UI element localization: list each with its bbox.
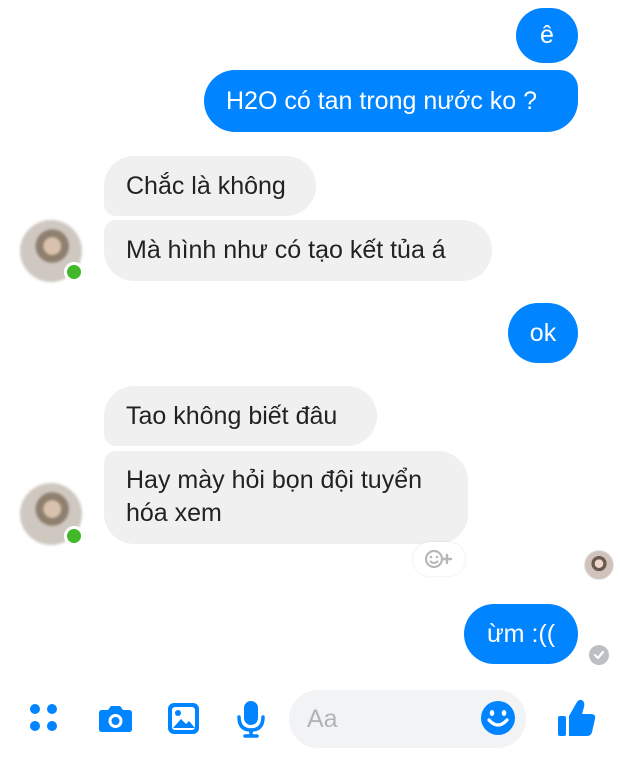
message-text: ừm :((: [486, 619, 556, 648]
message-composer: Aa: [0, 676, 620, 765]
smile-icon: [481, 701, 515, 735]
checkmark-icon: [593, 650, 605, 660]
thumbs-up-icon: [558, 699, 596, 736]
message-bubble-outgoing[interactable]: ừm :((: [464, 604, 578, 664]
message-bubble-outgoing[interactable]: ê: [516, 8, 578, 63]
more-actions-button[interactable]: [22, 696, 66, 740]
message-text-line: Hay mày hỏi bọn đội tuyển: [126, 466, 423, 494]
online-status-dot: [64, 526, 84, 546]
message-text: Chắc là không: [126, 171, 286, 200]
message-bubble-incoming[interactable]: Tao không biết đâu: [104, 386, 377, 446]
emoji-button[interactable]: [477, 697, 519, 739]
camera-icon: [99, 706, 132, 732]
message-text: Tao không biết đâu: [126, 401, 338, 430]
grid-icon: [30, 704, 57, 731]
message-bubble-incoming[interactable]: Hay mày hỏi bọn đội tuyển hóa xem: [104, 451, 468, 544]
gallery-button[interactable]: [161, 696, 205, 740]
message-text: ok: [529, 318, 557, 347]
voice-button[interactable]: [229, 696, 273, 740]
camera-button[interactable]: [93, 696, 137, 740]
message-text: H2O có tan trong nước ko ?: [226, 86, 538, 115]
read-receipt-avatar: [584, 550, 614, 580]
message-text: ê: [540, 21, 554, 49]
message-text: Mà hình như có tạo kết tủa á: [126, 236, 446, 264]
sent-status: [589, 645, 609, 665]
message-text-line: hóa xem: [126, 499, 222, 527]
message-bubble-incoming[interactable]: Chắc là không: [104, 156, 316, 216]
like-button[interactable]: [552, 694, 600, 742]
microphone-icon: [237, 701, 265, 738]
message-bubble-incoming[interactable]: Mà hình như có tạo kết tủa á: [104, 220, 492, 281]
message-input-placeholder: Aa: [307, 704, 338, 733]
online-status-dot: [64, 262, 84, 282]
image-icon: [168, 703, 199, 734]
add-reaction-icon: [424, 549, 453, 569]
message-bubble-outgoing[interactable]: H2O có tan trong nước ko ?: [204, 70, 578, 132]
messenger-conversation-screen: ê H2O có tan trong nước ko ? Chắc là khô…: [0, 0, 620, 765]
message-bubble-outgoing[interactable]: ok: [508, 303, 578, 363]
add-reaction-button[interactable]: [413, 542, 465, 576]
